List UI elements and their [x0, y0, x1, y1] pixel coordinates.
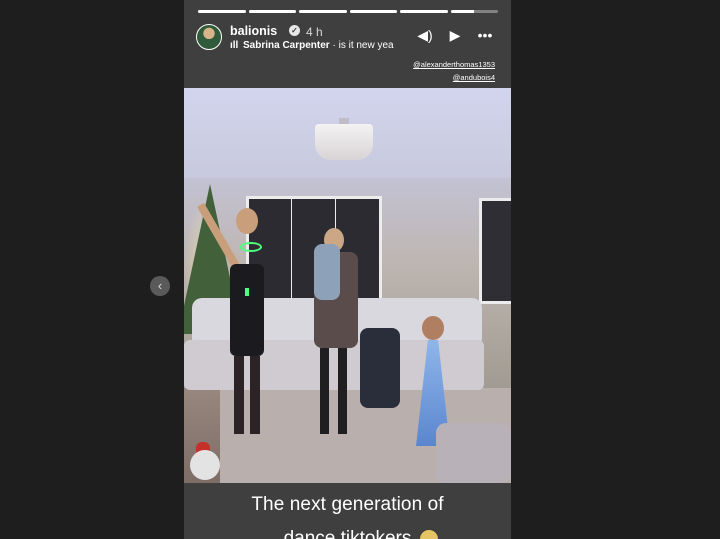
progress-segment: [299, 10, 347, 13]
glow-bracelet: [245, 288, 249, 296]
mention-tag[interactable]: @andubois4: [453, 73, 495, 82]
progress-segment: [400, 10, 448, 13]
speaker-icon[interactable]: ◀): [416, 27, 434, 43]
progress-segment-fill: [198, 10, 246, 13]
caption-line-2-wrapper: dance tiktokers: [184, 526, 511, 539]
post-time: 4 h: [306, 25, 323, 39]
progress-segment: [198, 10, 246, 13]
progress-segment-fill: [299, 10, 347, 13]
window: [479, 198, 511, 304]
story-photo: [184, 88, 511, 483]
progress-segment-fill: [349, 10, 397, 13]
music-bars-icon: ıll: [230, 40, 239, 51]
play-icon[interactable]: ▶: [446, 27, 464, 43]
avatar[interactable]: [196, 24, 222, 50]
story-controls: ◀) ▶ •••: [416, 27, 494, 43]
progress-segment: [349, 10, 397, 13]
story-progress-bar: [198, 10, 498, 13]
chevron-left-icon[interactable]: ‹: [150, 276, 170, 296]
toddler: [314, 244, 340, 300]
dancing-woman: [197, 202, 274, 434]
glow-necklace: [240, 242, 262, 252]
caption-line-2: dance tiktokers: [283, 528, 412, 539]
progress-segment-fill: [248, 10, 296, 13]
progress-segment-fill: [450, 10, 475, 13]
mention-tag[interactable]: @alexanderthomas1353: [413, 60, 495, 69]
caption-line-1: The next generation of: [251, 494, 444, 515]
story-header: balionis ✓ 4 h ıll Sabrina Carpenter · is…: [196, 22, 498, 54]
more-icon[interactable]: •••: [476, 27, 494, 43]
music-sticker[interactable]: ıll Sabrina Carpenter · is it new yea: [230, 40, 394, 51]
snowman-toy: [190, 450, 220, 480]
armchair: [436, 423, 511, 483]
music-track: is it new yea: [338, 40, 394, 51]
story-viewer: balionis ✓ 4 h ıll Sabrina Carpenter · is…: [184, 0, 511, 539]
progress-segment: [248, 10, 296, 13]
progress-segment: [450, 10, 498, 13]
username-link[interactable]: balionis: [230, 24, 277, 38]
verified-badge-icon: ✓: [289, 25, 300, 36]
ceiling-lamp: [315, 124, 373, 160]
music-artist: Sabrina Carpenter: [243, 40, 330, 51]
coat: [360, 328, 400, 408]
progress-segment-fill: [400, 10, 448, 13]
